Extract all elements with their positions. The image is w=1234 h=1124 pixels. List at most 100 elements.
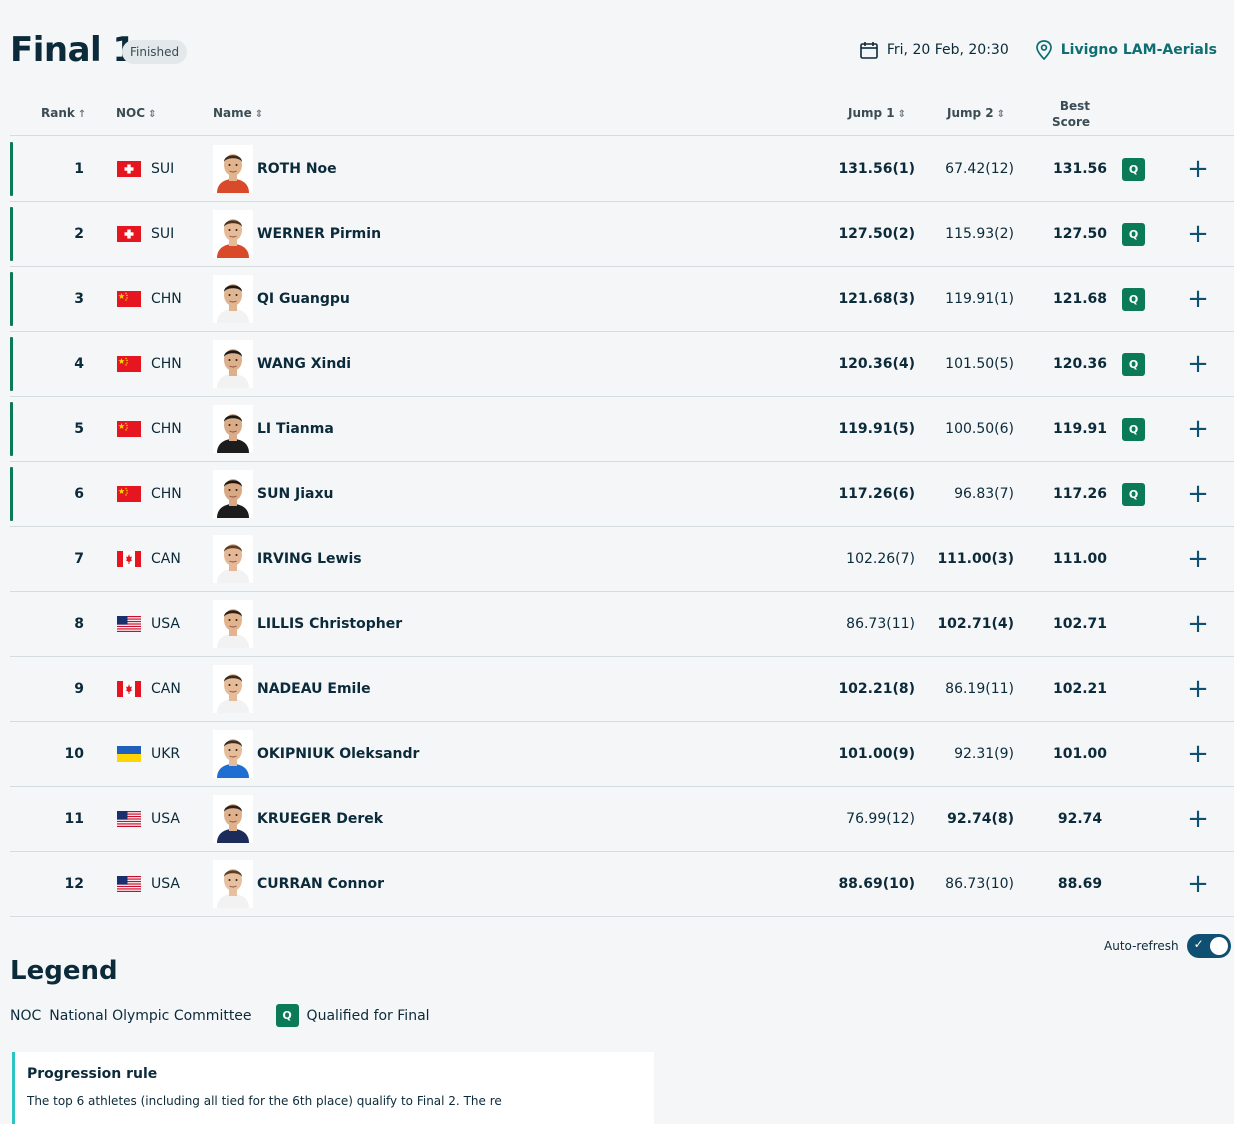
row-noc-code: USA <box>151 876 180 892</box>
row-best-score: 111.00 <box>1052 551 1108 567</box>
results-table: 1 SUI ROTH Noe 131.56(1) 67.42(12) 131.56 Q +2 S… <box>10 137 1234 917</box>
qualified-badge: Q <box>1122 158 1145 181</box>
row-noc: CHN <box>117 332 182 396</box>
qualified-badge: Q <box>1122 223 1145 246</box>
row-rank: 1 <box>74 161 84 177</box>
row-best-score: 119.91 <box>1052 421 1108 437</box>
row-jump2: 100.50(6) <box>945 421 1014 437</box>
athlete-name[interactable]: IRVING Lewis <box>257 527 362 591</box>
qualified-badge: Q <box>1122 353 1145 376</box>
athlete-name[interactable]: QI Guangpu <box>257 267 350 331</box>
table-header: Rank ↑ NOC ⇕ Name ⇕ Jump 1 ⇕ Jump 2 ⇕ Best Sc… <box>10 96 1234 136</box>
athlete-name[interactable]: LI Tianma <box>257 397 334 461</box>
table-row[interactable]: 4 CHN WANG Xindi 120.36(4) 101.50(5) 120.36 Q + <box>10 332 1234 397</box>
column-rank[interactable]: Rank ↑ <box>41 106 86 120</box>
row-best-score: 102.71 <box>1052 616 1108 632</box>
expand-plus-icon[interactable]: + <box>1186 332 1210 396</box>
row-jump2: 101.50(5) <box>945 356 1014 372</box>
athlete-photo <box>213 145 253 193</box>
athlete-name[interactable]: KRUEGER Derek <box>257 787 383 851</box>
row-jump1: 131.56(1) <box>838 161 915 177</box>
expand-plus-icon[interactable]: + <box>1186 657 1210 721</box>
athlete-name[interactable]: WANG Xindi <box>257 332 351 396</box>
athlete-name[interactable]: CURRAN Connor <box>257 852 384 916</box>
athlete-photo <box>213 470 253 518</box>
athlete-photo <box>213 795 253 843</box>
toggle-knob <box>1209 937 1228 955</box>
check-icon: ✓ <box>1193 937 1204 951</box>
expand-plus-icon[interactable]: + <box>1186 202 1210 266</box>
row-best-score: 121.68 <box>1052 291 1108 307</box>
row-noc: CHN <box>117 462 182 526</box>
table-row[interactable]: 6 CHN SUN Jiaxu 117.26(6) 96.83(7) 117.26 Q + <box>10 462 1234 527</box>
expand-plus-icon[interactable]: + <box>1186 267 1210 331</box>
flag-can-icon <box>117 551 141 567</box>
athlete-name[interactable]: LILLIS Christopher <box>257 592 402 656</box>
row-jump2: 102.71(4) <box>937 616 1014 632</box>
table-row[interactable]: 3 CHN QI Guangpu 121.68(3) 119.91(1) 121.68 Q + <box>10 267 1234 332</box>
column-noc-label: NOC <box>116 106 146 120</box>
location-pin-icon <box>1035 40 1052 60</box>
row-jump1: 86.73(11) <box>846 616 915 632</box>
table-row[interactable]: 2 SUI WERNER Pirmin 127.50(2) 115.93(2) 127.5… <box>10 202 1234 267</box>
flag-chn-icon <box>117 421 141 437</box>
athlete-photo <box>213 340 253 388</box>
table-row[interactable]: 5 CHN LI Tianma 119.91(5) 100.50(6) 119.91 Q + <box>10 397 1234 462</box>
table-row[interactable]: 9 CAN NADEAU Emile 102.21(8) 86.19(11) 102.21… <box>10 657 1234 722</box>
expand-plus-icon[interactable]: + <box>1186 852 1210 916</box>
table-row[interactable]: 11 USA KRUEGER Derek 76.99(12) 92.74(8) 92.74… <box>10 787 1234 852</box>
row-noc-code: CAN <box>151 681 181 697</box>
row-rank: 10 <box>64 746 84 762</box>
row-noc-code: CHN <box>151 421 182 437</box>
column-jump2[interactable]: Jump 2 ⇕ <box>947 106 1005 120</box>
row-noc: CHN <box>117 267 182 331</box>
table-row[interactable]: 12 USA CURRAN Connor 88.69(10) 86.73(10) 88.6… <box>10 852 1234 917</box>
table-row[interactable]: 1 SUI ROTH Noe 131.56(1) 67.42(12) 131.56 Q + <box>10 137 1234 202</box>
column-jump2-label: Jump 2 <box>947 106 994 120</box>
auto-refresh-label: Auto-refresh <box>1104 939 1179 953</box>
expand-plus-icon[interactable]: + <box>1186 787 1210 851</box>
row-noc-code: CHN <box>151 356 182 372</box>
expand-plus-icon[interactable]: + <box>1186 137 1210 201</box>
expand-plus-icon[interactable]: + <box>1186 592 1210 656</box>
progression-text: The top 6 athletes (including all tied f… <box>27 1094 502 1108</box>
expand-plus-icon[interactable]: + <box>1186 722 1210 786</box>
table-row[interactable]: 8 USA LILLIS Christopher 86.73(11) 102.71(4)… <box>10 592 1234 657</box>
sort-icon: ⇕ <box>996 109 1006 120</box>
auto-refresh: Auto-refresh ✓ <box>1104 934 1231 958</box>
column-name[interactable]: Name ⇕ <box>213 106 263 120</box>
table-row[interactable]: 10 UKR OKIPNIUK Oleksandr 101.00(9) 92.31(9)… <box>10 722 1234 787</box>
row-jump2: 115.93(2) <box>945 226 1014 242</box>
flag-chn-icon <box>117 486 141 502</box>
athlete-name[interactable]: WERNER Pirmin <box>257 202 381 266</box>
athlete-name[interactable]: SUN Jiaxu <box>257 462 334 526</box>
event-venue-link[interactable]: Livigno LAM-Aerials <box>1061 42 1217 58</box>
expand-plus-icon[interactable]: + <box>1186 527 1210 591</box>
legend-noc-desc: National Olympic Committee <box>49 1007 252 1024</box>
row-noc: USA <box>117 787 180 851</box>
sort-icon: ⇕ <box>897 109 907 120</box>
expand-plus-icon[interactable]: + <box>1186 462 1210 526</box>
event-date-text: Fri, 20 Feb, 20:30 <box>886 42 1009 58</box>
event-venue[interactable]: Livigno LAM-Aerials <box>1035 40 1217 60</box>
row-jump1: 76.99(12) <box>846 811 915 827</box>
status-badge: Finished <box>122 40 188 64</box>
athlete-name[interactable]: NADEAU Emile <box>257 657 371 721</box>
column-jump1[interactable]: Jump 1 ⇕ <box>848 106 906 120</box>
column-noc[interactable]: NOC ⇕ <box>116 106 156 120</box>
flag-can-icon <box>117 681 141 697</box>
expand-plus-icon[interactable]: + <box>1186 397 1210 461</box>
row-jump2: 111.00(3) <box>937 551 1014 567</box>
calendar-icon <box>860 42 878 59</box>
auto-refresh-toggle[interactable]: ✓ <box>1186 934 1231 958</box>
athlete-photo <box>213 535 253 583</box>
athlete-name[interactable]: OKIPNIUK Oleksandr <box>257 722 419 786</box>
flag-ukr-icon <box>117 746 141 762</box>
row-noc: CAN <box>117 657 181 721</box>
athlete-name[interactable]: ROTH Noe <box>257 137 337 201</box>
event-header: Final 1 Finished Fri, 20 Feb, 20:30 Livi… <box>10 30 1220 74</box>
table-row[interactable]: 7 CAN IRVING Lewis 102.26(7) 111.00(3) 111.00… <box>10 527 1234 592</box>
row-noc-code: USA <box>151 616 180 632</box>
row-noc-code: SUI <box>151 161 175 177</box>
row-best-score: 102.21 <box>1052 681 1108 697</box>
